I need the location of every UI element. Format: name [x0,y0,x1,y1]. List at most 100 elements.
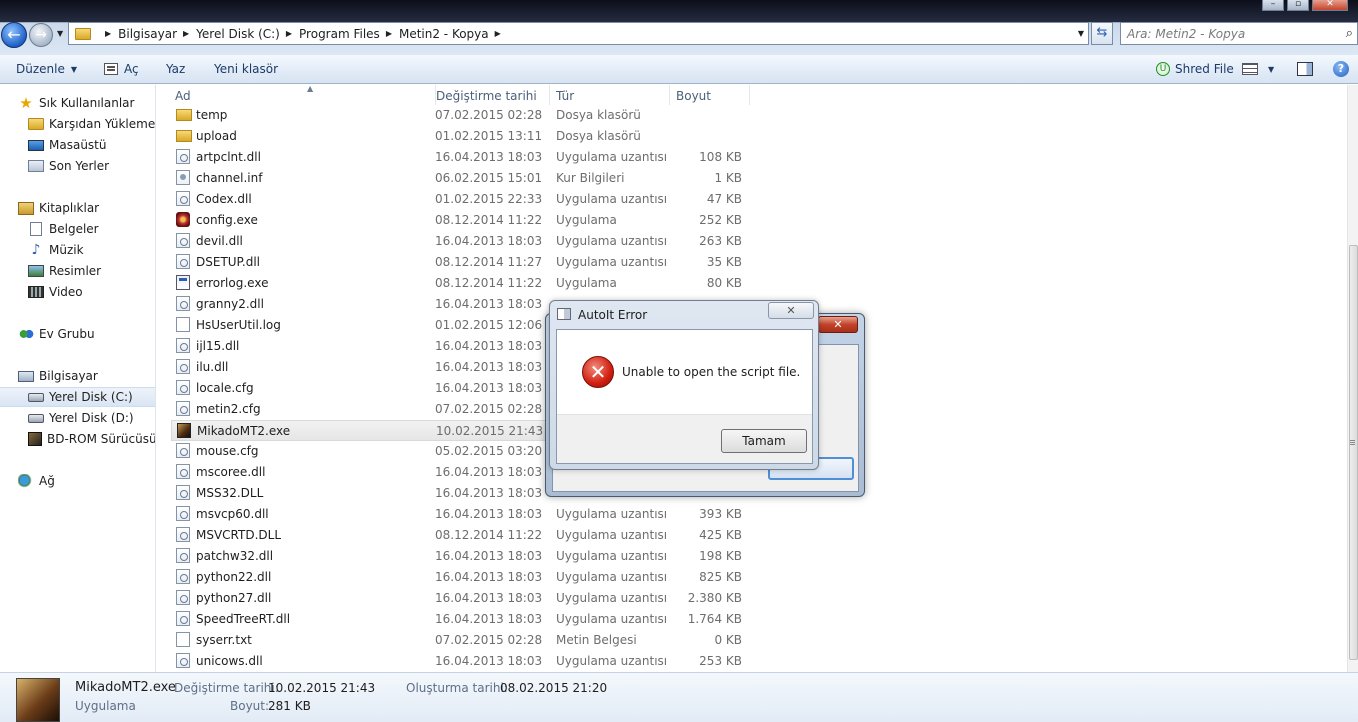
file-thumbnail [16,678,60,722]
breadcrumb-item-program-files[interactable]: Program Files ▶ [299,27,399,41]
search-icon[interactable]: ⌕ [1346,26,1353,41]
file-row[interactable]: syserr.txt 07.02.2015 02:28 Metin Belgesi 0… [171,630,751,651]
nav-label: Ev Grubu [39,327,95,341]
column-type-header[interactable]: Tür [550,85,670,107]
nav-music[interactable]: ♪ Müzik [28,240,84,260]
file-row[interactable]: MSVCRTD.DLL 08.12.2014 11:22 Uygulama uzan… [171,525,751,546]
nav-homegroup[interactable]: Ev Grubu [18,324,95,344]
breadcrumb-item-metin2-kopya[interactable]: Metin2 - Kopya ▶ [399,27,508,41]
nav-recent[interactable]: Son Yerler [28,156,109,176]
file-row[interactable]: patchw32.dll 16.04.2013 18:03 Uygulama uza… [171,546,751,567]
column-label: Tür [556,89,575,103]
breadcrumb-separator[interactable]: ▶ [99,29,118,38]
file-row[interactable]: channel.inf 06.02.2015 15:01 Kur Bilgileri… [171,168,751,189]
nav-libraries[interactable]: Kitaplıklar [18,198,99,218]
file-row[interactable]: upload 01.02.2015 13:11 Dosya klasörü [171,126,751,147]
close-dialog-button[interactable]: ✕ [768,302,814,319]
nav-desktop[interactable]: Masaüstü [28,135,106,155]
address-history-dropdown[interactable]: ▼ [1078,29,1084,38]
dll-file-icon [176,338,190,353]
nav-drive-c[interactable]: Yerel Disk (C:) [0,387,155,407]
back-button[interactable]: ← [1,22,27,48]
details-filename: MikadoMT2.exe [75,680,176,695]
file-row[interactable]: Codex.dll 01.02.2015 22:33 Uygulama uzantı… [171,189,751,210]
file-row[interactable]: msvcp60.dll 16.04.2013 18:03 Uygulama uzan… [171,504,751,525]
dialog-message: Unable to open the script file. [622,365,801,379]
breadcrumb-item-drive-c[interactable]: Yerel Disk (C:) ▶ [196,27,299,41]
file-row[interactable]: DSETUP.dll 08.12.2014 11:27 Uygulama uzant… [171,252,751,273]
help-button[interactable]: ? [1333,61,1349,77]
close-dialog-button[interactable]: ✕ [818,316,858,333]
nav-drive-d[interactable]: Yerel Disk (D:) [28,408,134,428]
preview-pane-button[interactable] [1297,62,1313,76]
breadcrumb-item-computer[interactable]: Bilgisayar ▶ [118,27,196,41]
close-icon: ✕ [833,318,843,331]
drive-icon [28,413,44,423]
nav-computer[interactable]: Bilgisayar [18,366,98,386]
recent-places-icon [28,160,44,172]
recent-pages-dropdown[interactable]: ▼ [57,29,63,38]
chevron-right-icon: ▶ [385,29,392,38]
nav-label: Son Yerler [49,159,110,173]
address-bar[interactable]: ▶ Bilgisayar ▶ Yerel Disk (C:) ▶ Program F… [68,22,1089,45]
file-row[interactable]: SpeedTreeRT.dll 16.04.2013 18:03 Uygulama … [171,609,751,630]
file-row[interactable]: config.exe 08.12.2014 11:22 Uygulama 252 KB [171,210,751,231]
file-row[interactable]: python27.dll 16.04.2013 18:03 Uygulama uza… [171,588,751,609]
new-folder-button[interactable]: Yeni klasör [214,62,278,76]
exe-err-file-icon [176,275,190,290]
column-size-header[interactable]: Boyut [670,85,750,107]
minimize-button[interactable]: – [1262,0,1284,11]
file-row[interactable]: python22.dll 16.04.2013 18:03 Uygulama uza… [171,567,751,588]
dll-file-icon [176,401,190,416]
file-row[interactable]: unicows.dll 16.04.2013 18:03 Uygulama uzan… [171,651,751,672]
file-type: Uygulama uzantısı [556,528,668,542]
scrollbar-thumb[interactable] [1349,245,1358,660]
file-modified: 07.02.2015 02:28 [435,108,543,122]
file-size: 198 KB [699,549,742,563]
nav-label: Belgeler [49,222,99,236]
ok-button[interactable]: Tamam [721,429,807,453]
maximize-button[interactable]: ▫ [1287,0,1309,11]
nav-favorites[interactable]: ★ Sık Kullanılanlar [18,93,134,113]
file-modified: 16.04.2013 18:03 [435,507,543,521]
dialog-title-bar[interactable]: AutoIt Error ✕ [550,301,818,327]
file-type: Uygulama uzantısı [556,150,668,164]
file-row[interactable]: devil.dll 16.04.2013 18:03 Uygulama uzantı… [171,231,751,252]
details-filetype: Uygulama [75,699,136,713]
file-row[interactable]: temp 07.02.2015 02:28 Dosya klasörü [171,105,751,126]
nav-documents[interactable]: Belgeler [28,219,99,239]
close-window-button[interactable]: ✕ [1312,0,1348,11]
file-name: mscoree.dll [196,465,266,479]
file-name: granny2.dll [196,297,264,311]
open-button[interactable]: Aç [104,62,139,76]
nav-network[interactable]: Ağ [18,471,55,491]
inf-file-icon [176,170,190,185]
file-row[interactable]: errorlog.exe 08.12.2014 11:22 Uygulama 80 K… [171,273,751,294]
file-row[interactable]: artpclnt.dll 16.04.2013 18:03 Uygulama uza… [171,147,751,168]
doc-file-icon [176,317,190,332]
nav-video[interactable]: Video [28,282,83,302]
exe-cfg-file-icon [176,212,190,227]
help-icon: ? [1333,61,1349,77]
change-view-button[interactable]: ▼ [1242,63,1274,75]
search-input[interactable]: Ara: Metin2 - Kopya ⌕ [1120,22,1358,45]
dll-file-icon [176,233,190,248]
write-button[interactable]: Yaz [166,62,185,76]
downloads-folder-icon [28,118,44,130]
column-modified-header[interactable]: Değiştirme tarihi [430,85,550,107]
breadcrumb-label: Program Files [299,26,380,41]
vertical-scrollbar[interactable] [1347,85,1358,672]
file-size: 393 KB [699,507,742,521]
navigation-pane: ★ Sık Kullanılanlar Karşıdan Yüklemeler M… [0,85,156,672]
file-modified: 16.04.2013 18:03 [435,570,543,584]
nav-downloads[interactable]: Karşıdan Yüklemeler [28,114,155,134]
shred-file-button[interactable]: U Shred File [1156,62,1234,76]
details-modified-label: Değiştirme tarihi: [174,681,279,695]
organize-button[interactable]: Düzenle ▼ [16,62,77,76]
nav-bd-rom[interactable]: BD-ROM Sürücüsü ( [28,429,155,449]
forward-button[interactable]: → [29,23,53,47]
breadcrumb-label: Metin2 - Kopya [398,26,489,41]
nav-pictures[interactable]: Resimler [28,261,101,281]
refresh-button[interactable]: ⇆ [1091,22,1113,45]
column-name-header[interactable]: Ad ▲ [169,84,436,107]
